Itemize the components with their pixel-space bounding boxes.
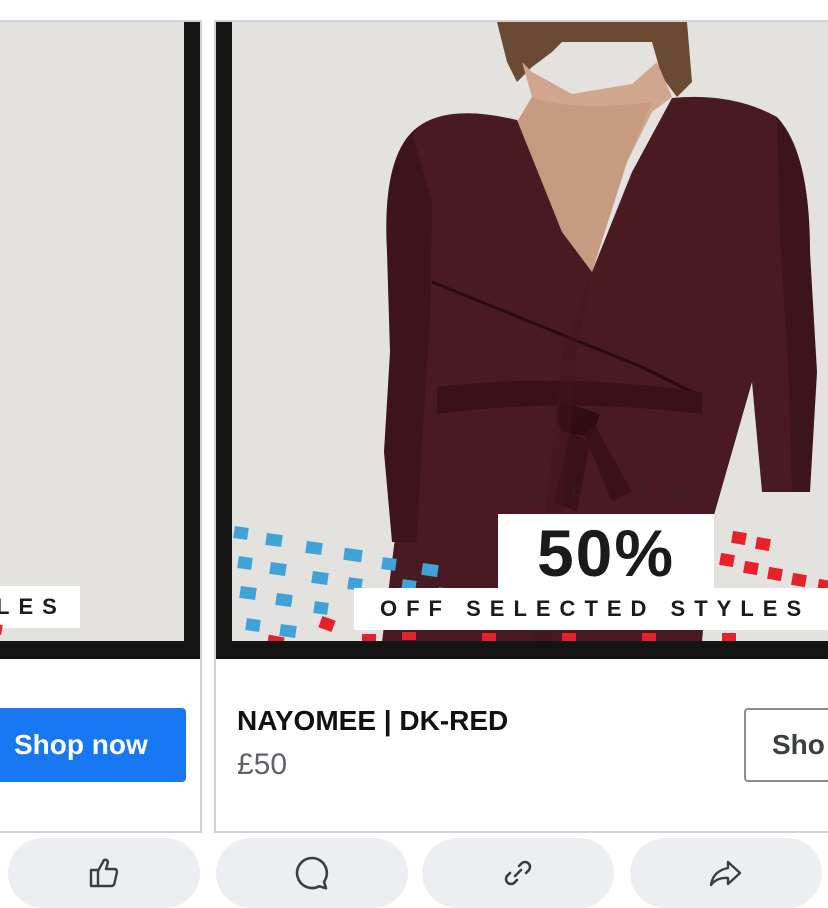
- share-icon: [709, 860, 742, 887]
- model-sleeve-image: [0, 22, 184, 641]
- shop-now-button[interactable]: Shop now: [0, 708, 186, 782]
- confetti-square: [381, 557, 397, 571]
- carousel-card-previous[interactable]: LES Shop now: [0, 20, 202, 833]
- confetti-square: [719, 552, 735, 568]
- confetti-square: [402, 632, 416, 640]
- share-button[interactable]: [630, 838, 822, 908]
- product-title[interactable]: NAYOMEE | DK-RED: [237, 705, 508, 737]
- confetti-square: [791, 572, 807, 588]
- confetti-square: [305, 540, 323, 556]
- confetti-square: [722, 633, 736, 641]
- confetti-square: [343, 547, 363, 563]
- confetti-square: [239, 585, 257, 601]
- confetti-square: [275, 592, 293, 608]
- carousel-card-main[interactable]: UP TO 50% OFF SELECTED STYLES NAYOMEE | …: [214, 20, 828, 833]
- promo-up-to-text: UP TO: [532, 484, 713, 506]
- link-icon: [504, 860, 532, 886]
- comment-button[interactable]: [216, 838, 408, 908]
- confetti-square: [743, 560, 759, 576]
- confetti-square: [233, 526, 249, 540]
- confetti-square: [269, 561, 287, 577]
- promo-subtitle: OFF SELECTED STYLES: [354, 588, 828, 630]
- copy-link-button[interactable]: [422, 838, 614, 908]
- promo-percent: 50%: [498, 514, 714, 592]
- shop-now-button[interactable]: Sho: [744, 708, 828, 782]
- confetti-square: [245, 618, 261, 632]
- product-price: £50: [237, 748, 288, 781]
- confetti-square: [767, 566, 783, 582]
- confetti-square: [362, 634, 376, 641]
- product-photo[interactable]: UP TO 50% OFF SELECTED STYLES: [232, 22, 828, 641]
- product-image-frame: LES: [0, 22, 200, 659]
- confetti-square: [313, 601, 329, 615]
- post-action-bar: [0, 838, 828, 908]
- thumbs-up-icon: [89, 858, 119, 888]
- confetti-square: [482, 633, 496, 641]
- confetti-square: [311, 570, 329, 586]
- promo-subtitle-fragment: LES: [0, 586, 80, 628]
- confetti-square: [237, 556, 253, 570]
- product-image-frame: UP TO 50% OFF SELECTED STYLES: [216, 22, 828, 659]
- product-photo[interactable]: LES: [0, 22, 184, 641]
- confetti-square: [642, 633, 656, 641]
- confetti-square: [731, 530, 747, 546]
- confetti-square: [265, 532, 283, 548]
- confetti-square: [562, 633, 576, 641]
- like-button[interactable]: [8, 838, 200, 908]
- confetti-square: [421, 562, 439, 578]
- confetti-square: [279, 623, 297, 639]
- confetti-square: [755, 536, 771, 552]
- comment-icon: [295, 856, 329, 890]
